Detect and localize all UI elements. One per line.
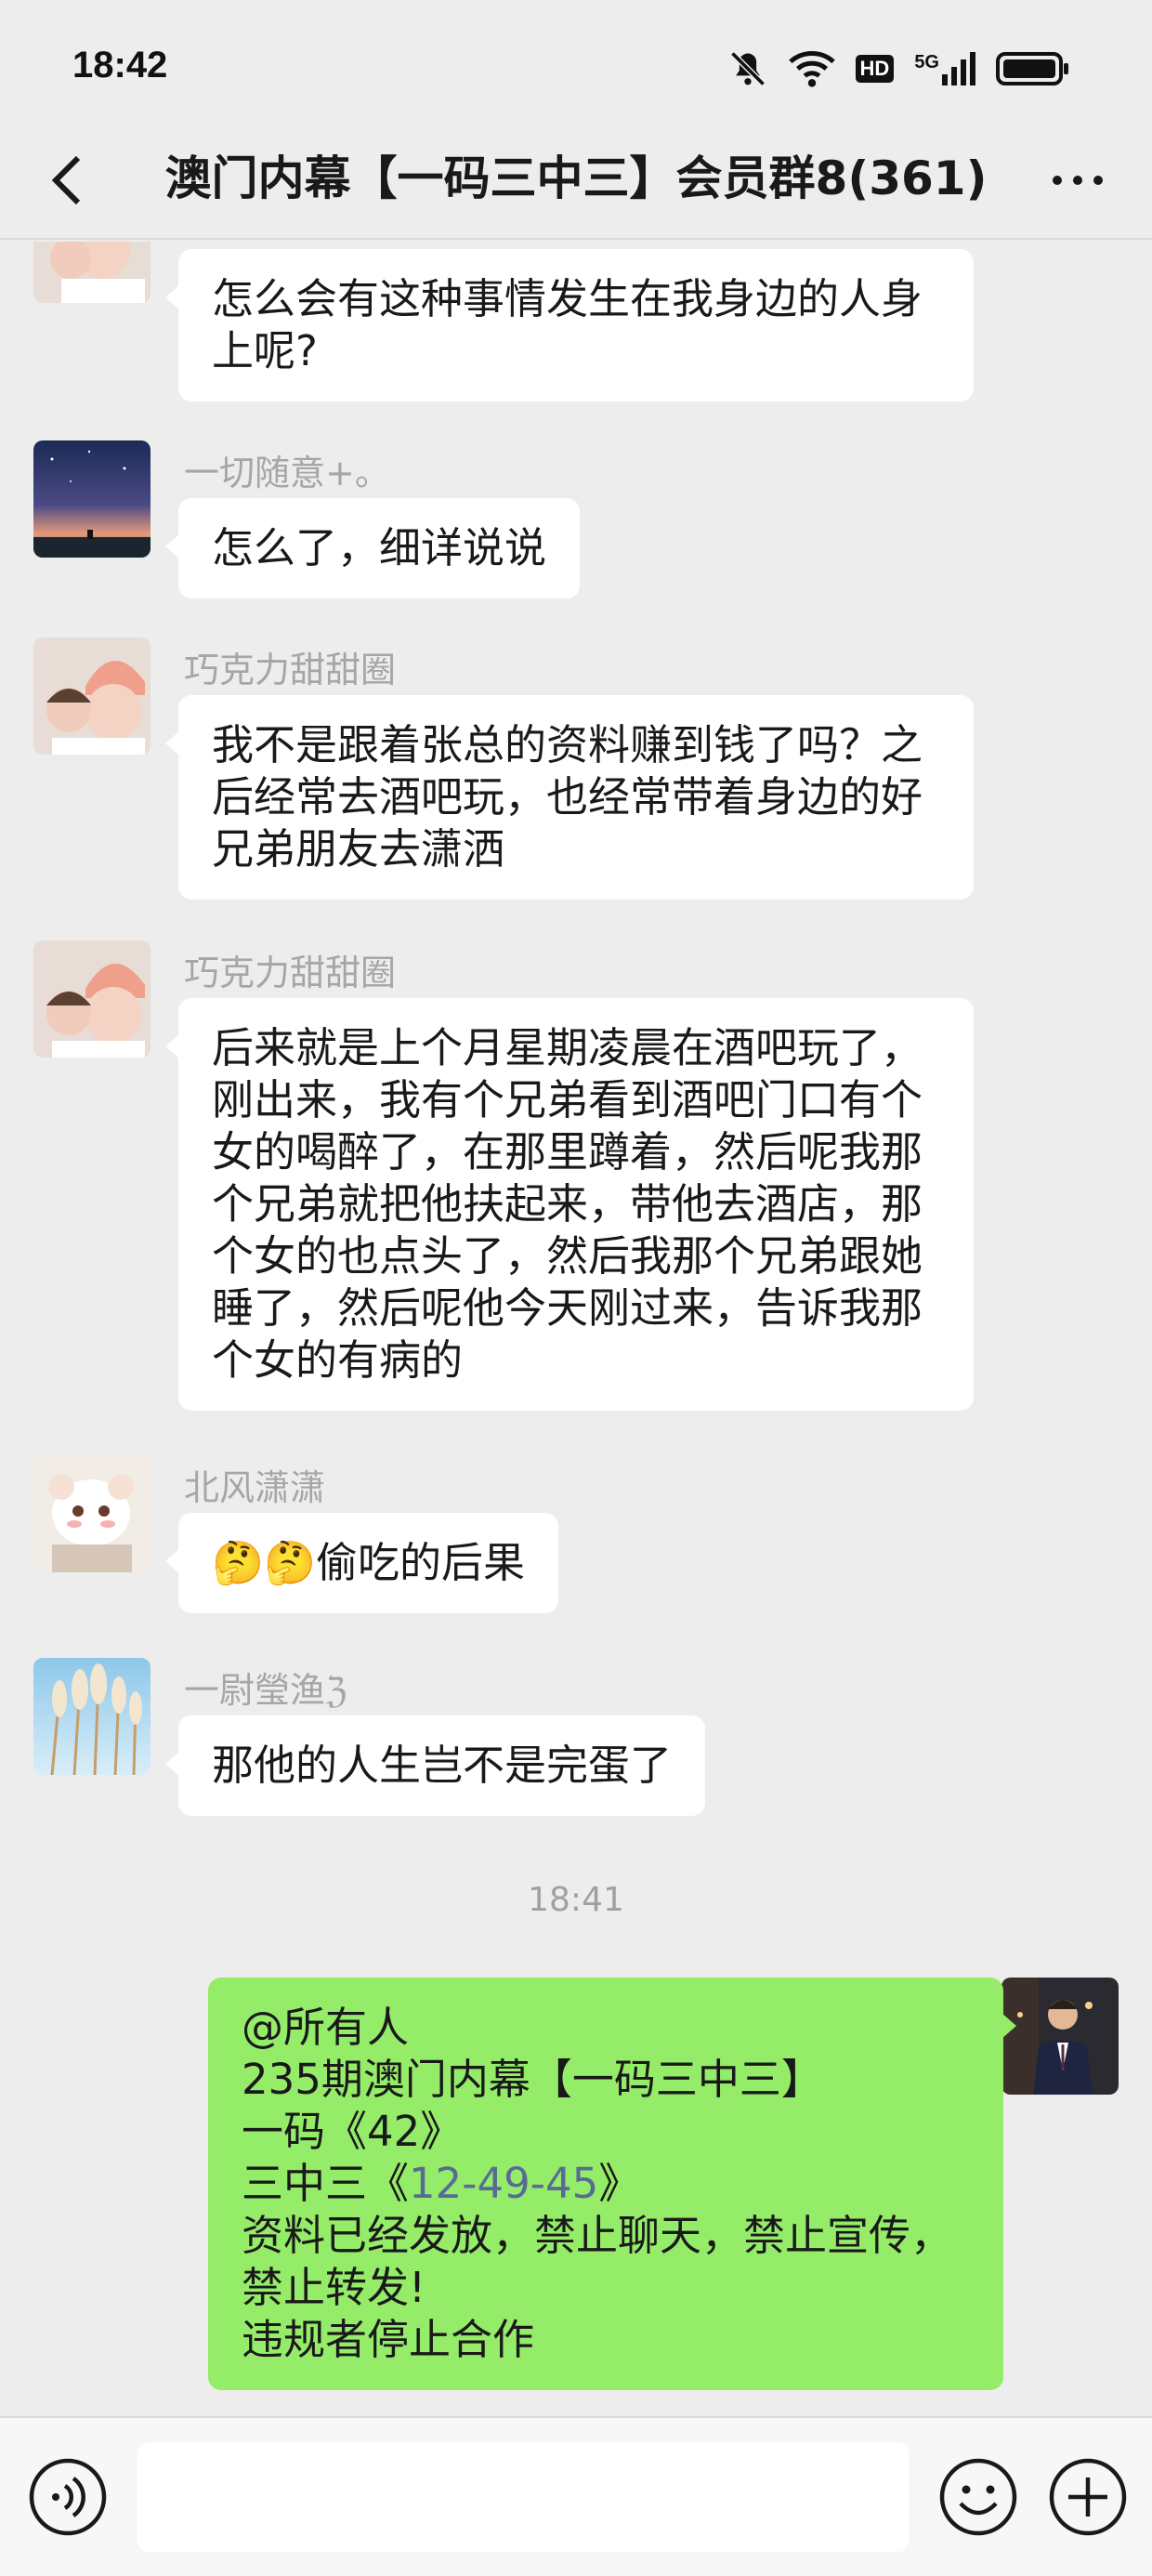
sender-name: 北风潇潇 xyxy=(184,1467,326,1508)
message-line: 怎么了，细详说说 xyxy=(212,523,547,572)
message-bubble[interactable]: 后来就是上个月星期凌晨在酒吧玩了， 刚出来，我有个兄弟看到酒吧门口有个 女的喝醉… xyxy=(165,998,974,1411)
message-line: 个女的有病的 xyxy=(212,1335,464,1385)
more-dots-icon xyxy=(1053,176,1103,185)
emoji-button[interactable] xyxy=(936,2455,1020,2543)
chat-message-list[interactable]: 怎么会有这种事情发生在我身边的人身 上呢? 一切随意+。 怎么了，细详说说 巧克… xyxy=(0,242,1152,2416)
message-line: 女的喝醉了，在那里蹲着，然后呢我那 xyxy=(212,1127,923,1176)
chat-timestamp: 18:41 xyxy=(528,1881,624,1919)
message-bubble[interactable]: 我不是跟着张总的资料赚到钱了吗？之 后经常去酒吧玩，也经常带着身边的好 兄弟朋友… xyxy=(165,695,974,900)
voice-icon xyxy=(29,2458,107,2536)
back-button[interactable] xyxy=(30,143,104,217)
sender-name: 一尉瑩渔ℨ xyxy=(184,1670,347,1711)
message-bubble[interactable]: 怎么了，细详说说 xyxy=(164,498,581,598)
message-bubble[interactable]: 🤔🤔偷吃的后果 xyxy=(164,1513,559,1613)
message-line: 违规者停止合作 xyxy=(242,2315,535,2364)
chat-title: 澳门内幕【一码三中三】会员群8(361) xyxy=(164,151,988,205)
sender-name: 巧克力甜甜圈 xyxy=(184,953,397,993)
message-line: 三中三《12-49-45》 xyxy=(242,2158,970,2210)
5g-signal-icon: 5G xyxy=(914,52,975,85)
chat-header: 澳门内幕【一码三中三】会员群8(361) xyxy=(0,121,1152,240)
message-line: 一码《42》 xyxy=(242,2107,463,2156)
message-line: 个兄弟就把他扶起来，带他去酒店，那 xyxy=(212,1179,923,1229)
avatar[interactable] xyxy=(33,940,151,1058)
message-line: 个女的也点头了，然后我那个兄弟跟她 xyxy=(212,1231,923,1281)
voice-button[interactable] xyxy=(26,2455,110,2543)
message-input[interactable] xyxy=(137,2442,909,2552)
number-link[interactable]: 12-49-45 xyxy=(409,2159,598,2208)
wifi-icon xyxy=(788,48,835,89)
status-bar: 18:42 HD 5G xyxy=(0,0,1152,139)
5g-label: 5G xyxy=(914,52,939,72)
message-bubble[interactable]: 那他的人生岂不是完蛋了 xyxy=(164,1715,706,1816)
message-line: 睡了，然后呢他今天刚过来，告诉我那 xyxy=(212,1283,923,1333)
avatar[interactable] xyxy=(33,1455,151,1572)
avatar[interactable] xyxy=(1001,1978,1119,2095)
avatar[interactable] xyxy=(33,1658,151,1775)
hd-icon: HD xyxy=(855,55,895,83)
sender-name: 巧克力甜甜圈 xyxy=(184,650,397,690)
message-line: 刚出来，我有个兄弟看到酒吧门口有个 xyxy=(212,1075,923,1124)
sender-name: 一切随意+。 xyxy=(184,453,390,493)
input-bar xyxy=(0,2416,1152,2576)
avatar[interactable] xyxy=(33,242,151,303)
message-line: 后来就是上个月星期凌晨在酒吧玩了， xyxy=(212,1023,923,1072)
mute-bell-icon xyxy=(727,48,768,89)
more-button[interactable] xyxy=(1041,143,1115,217)
message-line: 后经常去酒吧玩，也经常带着身边的好 xyxy=(212,772,923,821)
message-line: 怎么会有这种事情发生在我身边的人身 xyxy=(212,274,923,323)
avatar[interactable] xyxy=(33,637,151,755)
emoji-icon xyxy=(939,2458,1017,2536)
text-segment: 》 xyxy=(598,2159,641,2208)
plus-button[interactable] xyxy=(1046,2455,1130,2543)
message-line: @所有人 xyxy=(242,2003,410,2052)
message-bubble[interactable]: 怎么会有这种事情发生在我身边的人身 上呢? xyxy=(165,249,974,401)
status-icons: HD 5G xyxy=(727,41,1070,97)
text-segment: 三中三《 xyxy=(242,2159,410,2208)
message-line: 兄弟朋友去潇洒 xyxy=(212,824,505,874)
message-line: 235期澳门内幕【一码三中三】 xyxy=(242,2055,823,2104)
message-line: 禁止转发! xyxy=(242,2263,426,2312)
message-line: 🤔🤔偷吃的后果 xyxy=(212,1538,526,1587)
avatar[interactable] xyxy=(33,440,151,558)
message-bubble-self[interactable]: @所有人 235期澳门内幕【一码三中三】 一码《42》 三中三《12-49-45… xyxy=(208,1978,1016,2390)
message-line: 上呢? xyxy=(212,326,318,375)
status-time: 18:42 xyxy=(72,45,168,85)
message-line: 我不是跟着张总的资料赚到钱了吗？之 xyxy=(212,720,923,769)
battery-icon xyxy=(996,50,1070,87)
plus-icon xyxy=(1049,2458,1127,2536)
message-line: 那他的人生岂不是完蛋了 xyxy=(212,1741,673,1790)
message-line: 资料已经发放，禁止聊天，禁止宣传， xyxy=(242,2211,953,2260)
chevron-left-icon xyxy=(51,155,81,205)
